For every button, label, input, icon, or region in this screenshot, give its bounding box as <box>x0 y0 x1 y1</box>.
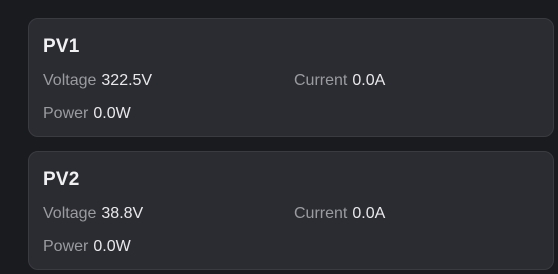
pv2-power: Power 0.0W <box>43 238 131 256</box>
pv1-power-label: Power <box>43 105 89 122</box>
pv2-current: Current 0.0A <box>294 205 385 223</box>
pv2-current-label: Current <box>294 205 348 222</box>
pv-panel-list: PV1 Voltage 322.5V Current 0.0A Power 0.0W … <box>0 0 558 274</box>
pv1-voltage-label: Voltage <box>43 72 97 89</box>
pv1-power: Power 0.0W <box>43 105 131 123</box>
pv1-voltage: Voltage 322.5V <box>43 72 152 90</box>
pv2-voltage-label: Voltage <box>43 205 97 222</box>
pv2-current-value: 0.0A <box>352 205 386 222</box>
pv2-title: PV2 <box>43 169 80 190</box>
pv1-title: PV1 <box>43 36 80 57</box>
pv2-voltage-value: 38.8V <box>101 205 144 222</box>
pv1-voltage-value: 322.5V <box>101 72 153 89</box>
pv1-current: Current 0.0A <box>294 72 385 90</box>
pv2-voltage: Voltage 38.8V <box>43 205 143 223</box>
pv1-power-value: 0.0W <box>93 105 131 122</box>
pv1-current-label: Current <box>294 72 348 89</box>
pv2-card: PV2 Voltage 38.8V Current 0.0A Power 0.0W <box>28 151 554 270</box>
pv1-card: PV1 Voltage 322.5V Current 0.0A Power 0.0W <box>28 18 554 137</box>
pv2-power-label: Power <box>43 238 89 255</box>
pv1-current-value: 0.0A <box>352 72 386 89</box>
pv2-power-value: 0.0W <box>93 238 131 255</box>
